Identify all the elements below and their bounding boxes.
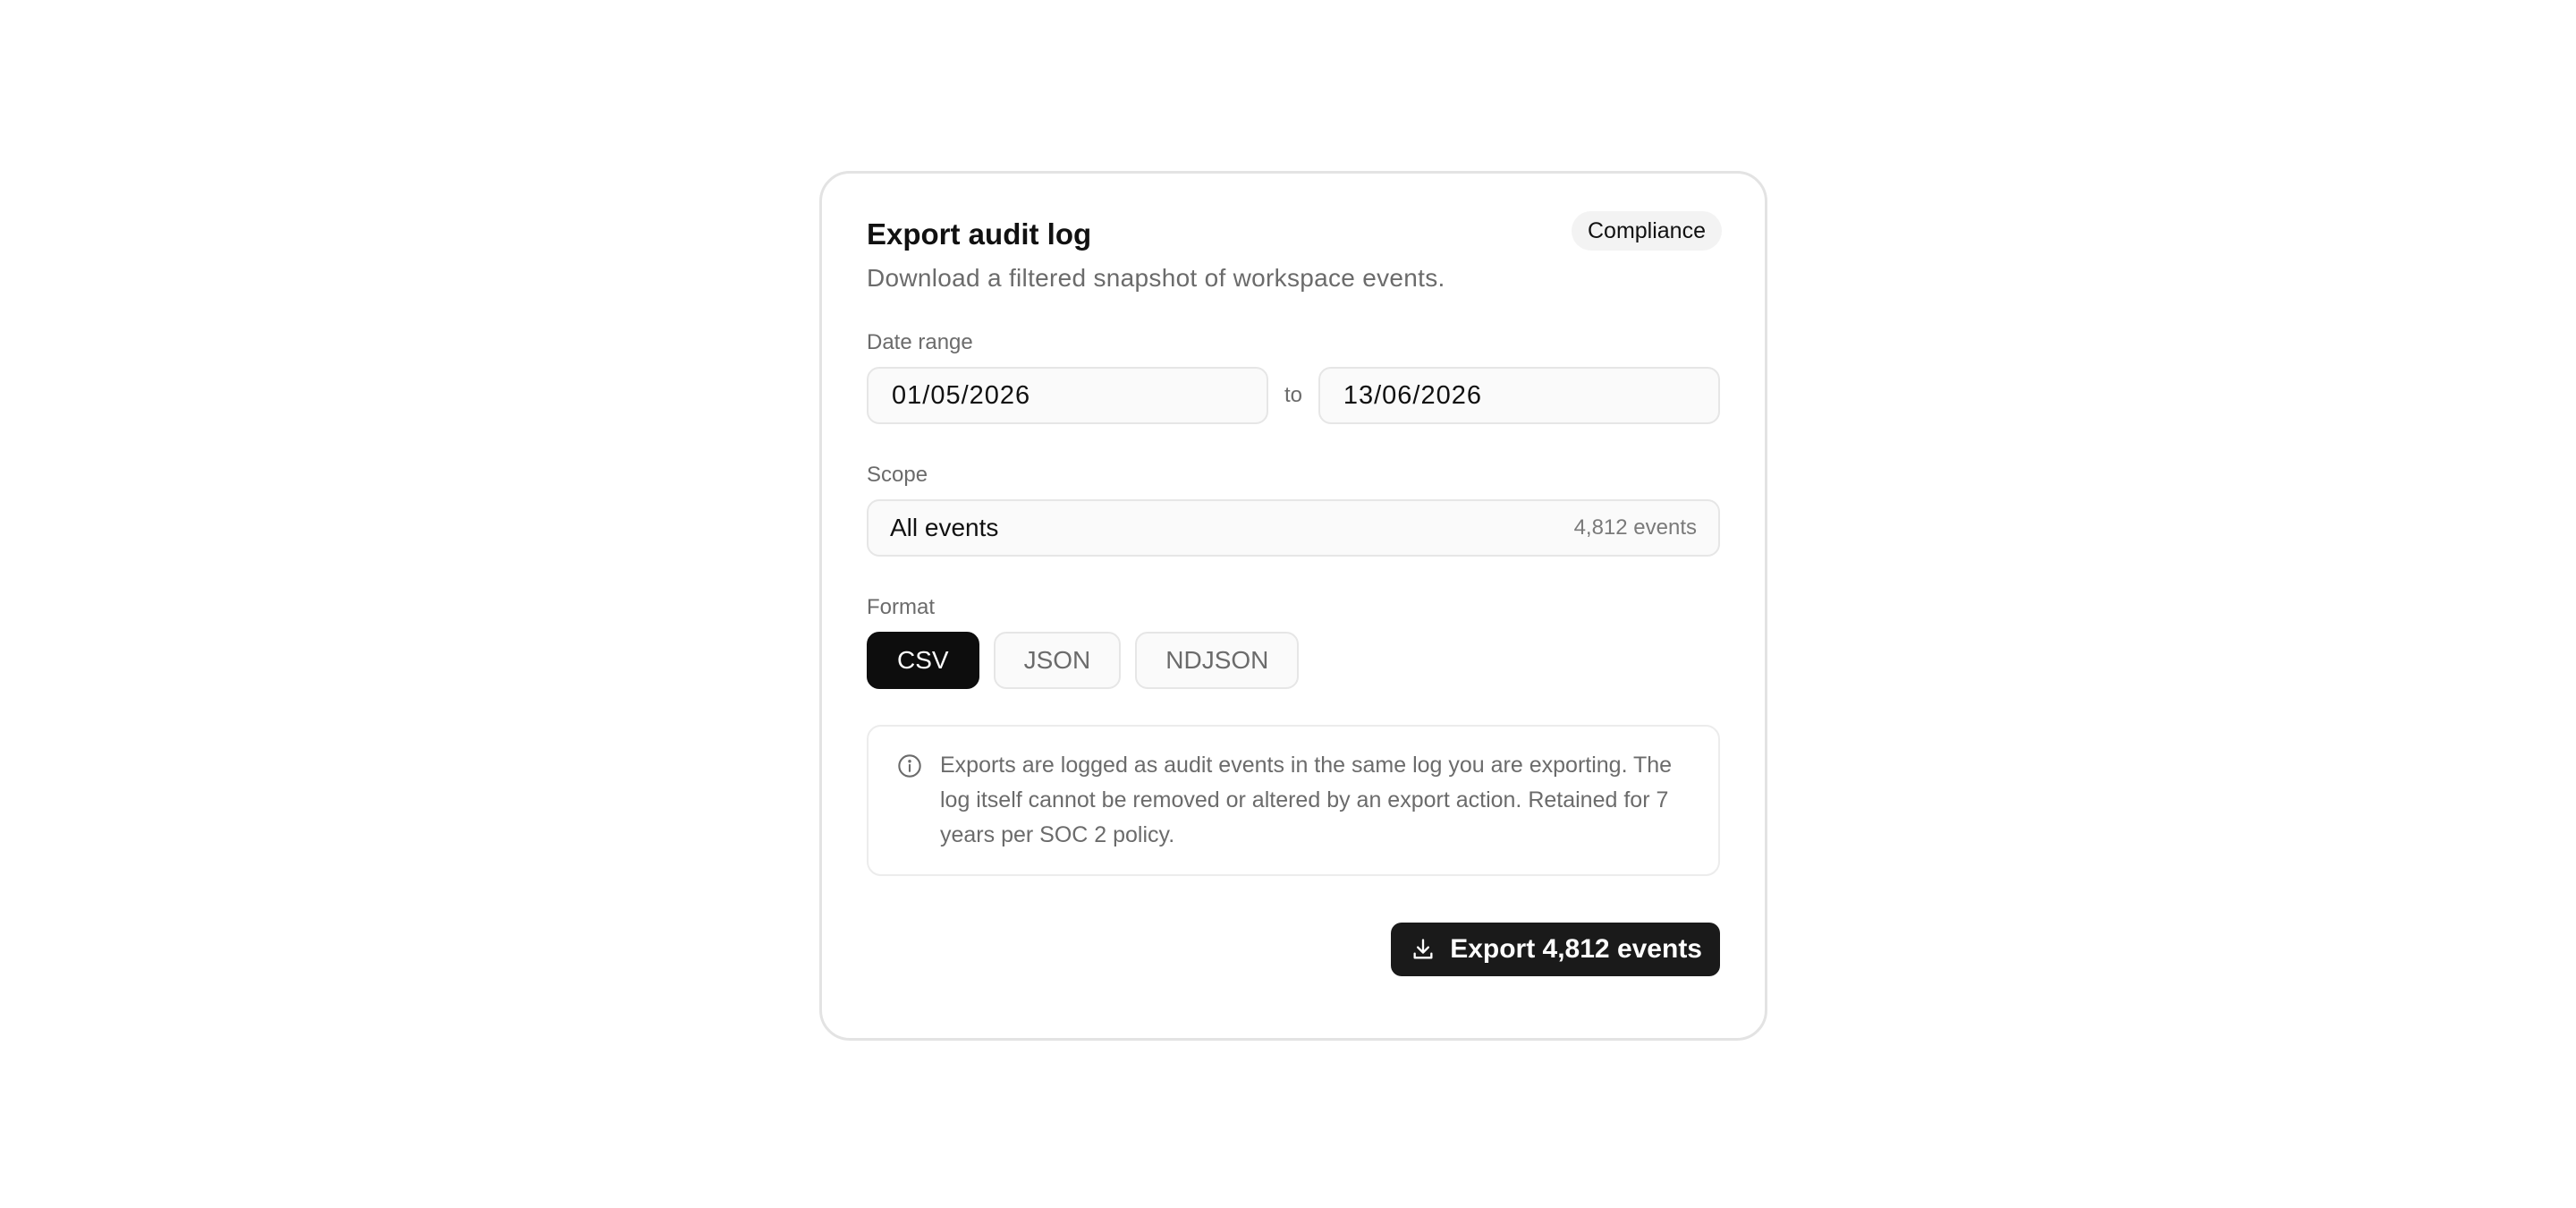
scope-value: All events [890,514,999,541]
format-option-json[interactable]: JSON [993,632,1122,689]
date-range-row: 01/05/2026 to 13/06/2026 [867,367,1720,424]
notice-text: Exports are logged as audit events in th… [940,753,1673,847]
info-icon [898,754,921,778]
scope-label: Scope [867,463,928,487]
date-from-input[interactable]: 01/05/2026 [867,367,1269,424]
card-subtitle: Download a filtered snapshot of workspac… [867,264,1445,292]
format-option-ndjson[interactable]: NDJSON [1135,632,1300,689]
download-icon [1413,939,1433,959]
format-label: Format [867,595,936,619]
format-option-csv[interactable]: CSV [867,632,979,689]
export-audit-log-card: Export audit log Download a filtered sna… [819,171,1767,1041]
export-button-label: Export 4,812 events [1450,934,1702,964]
scope-event-count: 4,812 events [1573,515,1697,540]
compliance-badge: Compliance [1571,211,1722,251]
card-footer: Export 4,812 events [867,923,1720,976]
date-to-input[interactable]: 13/06/2026 [1318,367,1720,424]
scope-select[interactable]: All events 4,812 events [867,499,1720,557]
date-range-separator: to [1284,383,1302,407]
format-options: CSV JSON NDJSON [867,632,1720,689]
export-button[interactable]: Export 4,812 events [1391,923,1720,976]
date-range-label: Date range [867,330,973,354]
audit-notice: Exports are logged as audit events in th… [867,725,1720,876]
card-header: Export audit log Download a filtered sna… [867,211,1722,295]
